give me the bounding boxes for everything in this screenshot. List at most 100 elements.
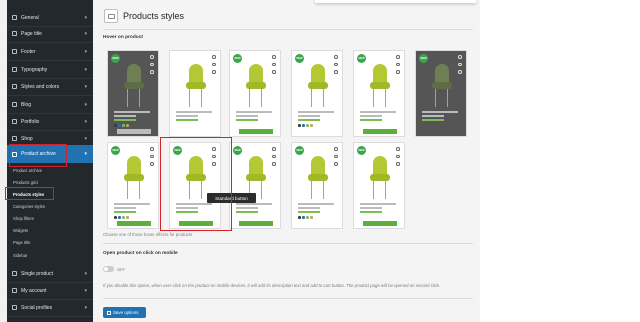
sidebar-subitem-sidebar[interactable]: Sidebar (7, 250, 93, 261)
chevron-down-icon: ▾ (84, 151, 87, 157)
title-placeholder (176, 111, 212, 113)
hover-style-option[interactable]: NEW (291, 50, 343, 137)
menu-icon (12, 271, 17, 276)
sidebar-subitem-products-grid[interactable]: Products grid (7, 177, 93, 188)
sidebar-item-label: Blog (21, 101, 32, 108)
new-badge: NEW (111, 146, 120, 155)
wishlist-icon (150, 147, 154, 151)
sidebar-item-typography[interactable]: Typography ▾ (7, 61, 93, 79)
chair-thumbnail (368, 64, 392, 107)
sidebar-item-footer[interactable]: Footer ▾ (7, 43, 93, 61)
quickview-icon (396, 162, 400, 166)
sidebar-subitem-widgets[interactable]: Widgets (7, 225, 93, 236)
page-title: Products styles (123, 11, 185, 21)
menu-icon (12, 136, 17, 141)
category-placeholder (360, 115, 382, 117)
new-badge: NEW (233, 146, 242, 155)
hover-style-option[interactable]: NEW (353, 142, 405, 229)
sidebar-item-label: Page title (21, 30, 42, 37)
menu-icon (12, 305, 17, 310)
quickview-icon (458, 70, 462, 74)
chevron-down-icon: ▾ (84, 288, 87, 294)
sidebar-item-label: Typography (21, 66, 48, 73)
sidebar-subitem-categories-styles[interactable]: Categories styles (7, 201, 93, 212)
save-options-button[interactable]: Save options (103, 307, 146, 318)
hover-style-option[interactable]: NEW (229, 142, 281, 229)
chevron-down-icon: ▾ (84, 305, 87, 311)
title-placeholder (298, 111, 334, 113)
hover-style-option[interactable]: NEW (107, 50, 159, 137)
price-placeholder (176, 119, 198, 121)
sidebar-item-my-account[interactable]: My account ▾ (7, 282, 93, 300)
swatches (298, 124, 313, 127)
add-to-cart-placeholder (117, 129, 151, 134)
sidebar-subitem-products-styles[interactable]: Products styles (7, 189, 93, 200)
chair-thumbnail (306, 156, 330, 199)
sidebar-item-page-title[interactable]: Page title ▾ (7, 25, 93, 43)
hover-style-option[interactable]: NEW (169, 142, 221, 229)
sidebar-item-label: Social profiles (21, 304, 53, 311)
price-placeholder (236, 119, 258, 121)
compare-icon (458, 62, 462, 66)
sidebar-item-blog[interactable]: Blog ▾ (7, 96, 93, 114)
sidebar-item-styles-and-colors[interactable]: Styles and colors ▾ (7, 78, 93, 96)
quickview-icon (334, 162, 338, 166)
price-placeholder (298, 119, 320, 121)
toggle-knob (104, 267, 108, 271)
sidebar-item-label: Styles and colors (21, 83, 60, 90)
card-action-icons (396, 147, 401, 170)
chevron-down-icon: ▾ (84, 102, 87, 108)
mobile-click-toggle[interactable] (103, 266, 114, 272)
sidebar-item-portfolio[interactable]: Portfolio ▾ (7, 113, 93, 131)
card-action-icons (212, 147, 217, 170)
top-overlay-panel (315, 0, 476, 3)
section-divider (103, 243, 473, 244)
title-placeholder (236, 203, 272, 205)
sidebar-subitem-product-archive[interactable]: Product archive (7, 165, 93, 176)
sidebar-subitem-shop-filters[interactable]: Shop filters (7, 213, 93, 224)
hover-style-option[interactable]: NEW (291, 142, 343, 229)
category-placeholder (176, 207, 198, 209)
category-placeholder (422, 115, 444, 117)
save-icon (107, 310, 111, 315)
menu-icon (12, 31, 17, 36)
menu-icon (12, 15, 17, 20)
price-placeholder (114, 119, 136, 121)
title-placeholder (114, 111, 150, 113)
swatches (114, 124, 129, 127)
category-placeholder (176, 115, 198, 117)
category-placeholder (236, 115, 258, 117)
card-action-icons (150, 55, 155, 78)
quickview-icon (396, 70, 400, 74)
new-badge: NEW (357, 146, 366, 155)
compare-icon (396, 62, 400, 66)
new-badge: NEW (357, 54, 366, 63)
wishlist-icon (150, 55, 154, 59)
sidebar-item-label: General (21, 14, 39, 21)
hover-style-option[interactable]: NEW (353, 50, 405, 137)
chevron-down-icon: ▾ (84, 67, 87, 73)
chevron-down-icon: ▾ (84, 119, 87, 125)
compare-icon (212, 62, 216, 66)
sidebar-item-social-profiles[interactable]: Social profiles ▾ (7, 299, 93, 317)
category-placeholder (114, 115, 136, 117)
chair-thumbnail (368, 156, 392, 199)
main-panel: Products styles Hover on product NEW NEW N… (93, 0, 480, 322)
price-placeholder (360, 119, 382, 121)
options-sidebar: General ▾ Page title ▾ Footer ▾ Typography ▾ Sty… (7, 0, 93, 322)
sidebar-item-product-archive[interactable]: Product archive ▾ (7, 145, 93, 163)
compare-icon (212, 154, 216, 158)
chevron-down-icon: ▾ (84, 136, 87, 142)
sidebar-item-label: Single product (21, 270, 53, 277)
hover-style-option[interactable]: NEW (107, 142, 159, 229)
card-action-icons (150, 147, 155, 170)
hover-style-option[interactable]: NEW (229, 50, 281, 137)
hover-style-option[interactable] (169, 50, 221, 137)
chair-thumbnail (184, 156, 208, 199)
chevron-down-icon: ▾ (84, 15, 87, 21)
chair-thumbnail (244, 64, 268, 107)
hover-style-option[interactable]: NEW (415, 50, 467, 137)
sidebar-subitem-page-title[interactable]: Page title (7, 237, 93, 248)
sidebar-item-single-product[interactable]: Single product ▾ (7, 265, 93, 283)
wishlist-icon (272, 147, 276, 151)
